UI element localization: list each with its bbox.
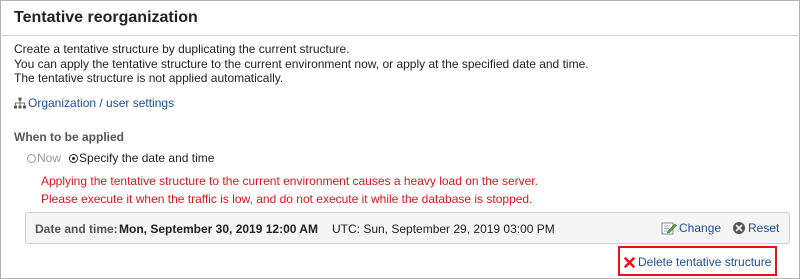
delete-highlight-box: Delete tentative structure bbox=[618, 246, 777, 276]
org-chart-icon bbox=[14, 97, 26, 109]
title-divider bbox=[2, 35, 798, 36]
delete-icon bbox=[624, 256, 635, 268]
organization-settings-label: Organization / user settings bbox=[28, 96, 175, 110]
organization-settings-link[interactable]: Organization / user settings bbox=[14, 96, 174, 110]
schedule-box: Date and time: Mon, September 30, 2019 1… bbox=[25, 212, 790, 244]
radio-specify-circle[interactable] bbox=[69, 153, 79, 163]
warning-line: Please execute it when the traffic is lo… bbox=[41, 192, 533, 206]
warning-line: Applying the tentative structure to the … bbox=[41, 174, 538, 188]
edit-icon bbox=[661, 222, 677, 235]
radio-now-circle[interactable] bbox=[27, 153, 36, 163]
utc-time-value: UTC: Sun, September 29, 2019 03:00 PM bbox=[332, 222, 555, 236]
reset-label: Reset bbox=[748, 221, 780, 235]
settings-panel: Tentative reorganization Create a tentat… bbox=[0, 0, 800, 279]
change-label: Change bbox=[679, 221, 722, 235]
apply-timing-radio-group: Now Specify the date and time bbox=[27, 151, 222, 165]
date-time-label: Date and time: bbox=[35, 222, 118, 236]
description-line: The tentative structure is not applied a… bbox=[14, 71, 284, 85]
radio-specify-date-time[interactable]: Specify the date and time bbox=[69, 151, 214, 165]
description-line: Create a tentative structure by duplicat… bbox=[14, 42, 350, 56]
radio-now-label: Now bbox=[37, 151, 62, 165]
radio-specify-label: Specify the date and time bbox=[79, 151, 215, 165]
change-button[interactable]: Change bbox=[661, 221, 721, 235]
description: Create a tentative structure by duplicat… bbox=[14, 42, 589, 86]
page-title: Tentative reorganization bbox=[14, 9, 198, 26]
date-time-value: Mon, September 30, 2019 12:00 AM bbox=[119, 222, 318, 236]
delete-tentative-structure-button[interactable]: Delete tentative structure bbox=[624, 255, 771, 269]
description-line: You can apply the tentative structure to… bbox=[14, 56, 589, 71]
reset-icon bbox=[733, 222, 745, 234]
reset-button[interactable]: Reset bbox=[732, 221, 779, 235]
radio-now[interactable]: Now bbox=[27, 151, 61, 165]
server-load-warning: Applying the tentative structure to the … bbox=[41, 172, 538, 208]
apply-timing-label: When to be applied bbox=[14, 130, 124, 144]
delete-label: Delete tentative structure bbox=[638, 255, 772, 269]
